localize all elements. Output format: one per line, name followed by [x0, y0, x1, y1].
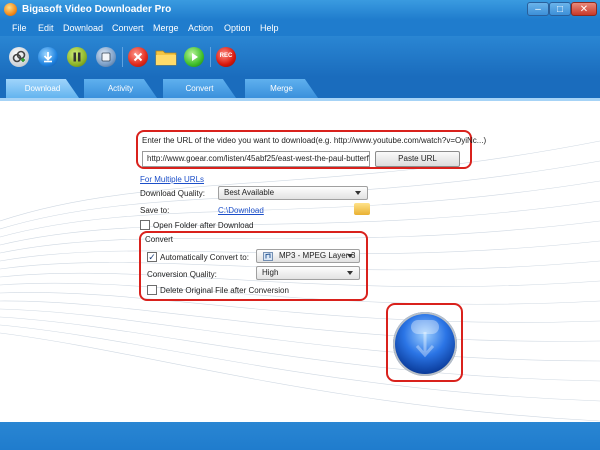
chevron-down-icon — [347, 271, 353, 275]
save-to-label: Save to: — [140, 206, 170, 215]
download-arrow-icon — [43, 52, 53, 63]
audio-format-icon — [263, 252, 273, 261]
auto-convert-label: Automatically Convert to: — [160, 253, 249, 262]
menu-convert[interactable]: Convert — [112, 23, 144, 33]
browse-folder-icon[interactable] — [354, 203, 370, 215]
status-bar — [0, 422, 600, 450]
url-input[interactable]: http://www.goear.com/listen/45abf25/east… — [142, 151, 370, 167]
minimize-button[interactable]: – — [527, 2, 549, 16]
app-logo-icon — [4, 3, 17, 16]
delete-original-label: Delete Original File after Conversion — [160, 286, 289, 295]
download-button[interactable] — [38, 47, 58, 67]
conversion-quality-select[interactable]: High — [256, 266, 360, 280]
delete-button[interactable] — [128, 47, 148, 67]
menu-action[interactable]: Action — [188, 23, 213, 33]
save-to-path-link[interactable]: C:\Download — [218, 206, 264, 215]
chevron-down-icon — [347, 254, 353, 258]
menu-bar: File Edit Download Convert Merge Action … — [0, 20, 600, 36]
menu-edit[interactable]: Edit — [38, 23, 54, 33]
download-quality-label: Download Quality: — [140, 189, 205, 198]
tab-activity[interactable]: Activity — [84, 79, 157, 98]
conversion-quality-value: High — [262, 268, 279, 277]
conversion-quality-label: Conversion Quality: — [147, 270, 217, 279]
open-folder-checkbox[interactable] — [140, 220, 150, 230]
toolbar: REC — [0, 36, 600, 77]
close-button[interactable]: ✕ — [571, 2, 597, 16]
paste-url-button[interactable]: Paste URL — [375, 151, 460, 167]
tab-convert[interactable]: Convert — [163, 79, 236, 98]
download-arrow-icon — [415, 332, 435, 358]
menu-merge[interactable]: Merge — [153, 23, 179, 33]
menu-help[interactable]: Help — [260, 23, 279, 33]
stop-icon — [101, 52, 111, 62]
chevron-down-icon — [355, 191, 361, 195]
open-folder-button[interactable] — [155, 48, 177, 66]
link-plus-icon — [12, 50, 26, 63]
play-icon — [192, 53, 198, 61]
toolbar-separator — [122, 47, 123, 67]
menu-file[interactable]: File — [12, 23, 27, 33]
app-window: Bigasoft Video Downloader Pro – □ ✕ File… — [0, 0, 600, 450]
download-quality-value: Best Available — [224, 188, 275, 197]
stop-button[interactable] — [96, 47, 116, 67]
tab-strip: Download Activity Convert Merge — [0, 77, 600, 98]
folder-icon — [155, 50, 177, 66]
tab-download[interactable]: Download — [6, 79, 79, 98]
toolbar-separator — [210, 47, 211, 67]
delete-original-checkbox[interactable] — [147, 285, 157, 295]
pause-button[interactable] — [67, 47, 87, 67]
multiple-urls-link[interactable]: For Multiple URLs — [140, 175, 204, 184]
window-title: Bigasoft Video Downloader Pro — [22, 4, 172, 15]
open-folder-label: Open Folder after Download — [153, 221, 254, 230]
convert-section-title: Convert — [145, 235, 174, 244]
x-mark-icon — [133, 52, 143, 62]
play-button[interactable] — [184, 47, 204, 67]
auto-convert-checkbox[interactable]: ✓ — [147, 252, 157, 262]
url-prompt-label: Enter the URL of the video you want to d… — [142, 136, 487, 145]
record-button[interactable]: REC — [216, 47, 236, 67]
tab-merge[interactable]: Merge — [245, 79, 318, 98]
menu-download[interactable]: Download — [63, 23, 103, 33]
maximize-button[interactable]: □ — [549, 2, 571, 16]
add-url-button[interactable] — [9, 47, 29, 67]
start-download-button[interactable] — [393, 312, 457, 376]
title-bar: Bigasoft Video Downloader Pro – □ ✕ — [0, 0, 600, 20]
pause-icon — [73, 52, 81, 62]
rec-icon: REC — [219, 53, 233, 59]
menu-option[interactable]: Option — [224, 23, 251, 33]
convert-format-select[interactable]: MP3 - MPEG Layer-3 ... — [256, 249, 360, 272]
download-quality-select[interactable]: Best Available — [218, 186, 368, 200]
